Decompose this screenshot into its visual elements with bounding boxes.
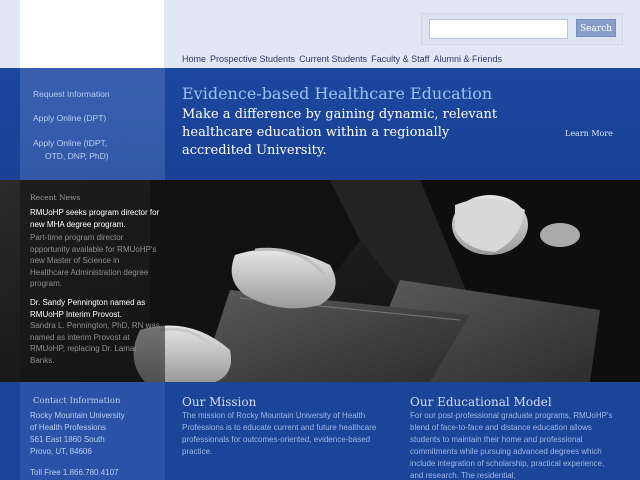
nav-faculty-staff[interactable]: Faculty & Staff: [371, 54, 429, 64]
nav-prospective-students[interactable]: Prospective Students: [210, 54, 295, 64]
contact-line: Rocky Mountain University: [30, 411, 125, 420]
contact-heading: Contact Information: [33, 396, 121, 406]
news-item-body: Sandra L. Pennington, PhD, RN was named …: [30, 321, 160, 365]
sidebar-item-apply-other-line2[interactable]: OTD, DNP, PhD): [45, 150, 109, 162]
hero-text: Make a difference by gaining dynamic, re…: [182, 107, 498, 158]
news-item-body: Part-time program director opportunity a…: [30, 233, 157, 288]
mission-title: Our Mission: [182, 395, 257, 409]
sidebar-item-request-information[interactable]: Request Information: [33, 88, 110, 100]
hero-title: Evidence-based Healthcare Education: [182, 84, 493, 103]
contact-line: Provo, UT, 84606: [30, 447, 92, 456]
educational-model-title: Our Educational Model: [410, 395, 552, 409]
logo-area[interactable]: [20, 0, 164, 68]
nav-alumni-friends[interactable]: Alumni & Friends: [433, 54, 502, 64]
recent-news-heading: Recent News: [30, 193, 81, 202]
sidebar-item-apply-dpt[interactable]: Apply Online (DPT): [33, 112, 106, 124]
news-item-title[interactable]: RMUoHP seeks program director for new MH…: [30, 207, 160, 230]
contact-line: of Health Professions: [30, 423, 107, 432]
contact-line: 561 East 1860 South: [30, 435, 105, 444]
search-input[interactable]: [429, 19, 568, 39]
mission-text: The mission of Rocky Mountain University…: [182, 411, 377, 456]
search-button[interactable]: Search: [576, 19, 616, 37]
learn-more-link[interactable]: Learn More: [565, 129, 613, 138]
news-item-title[interactable]: Dr. Sandy Pennington named as RMUoHP Int…: [30, 297, 160, 320]
top-nav: Home Prospective Students Current Students…: [182, 54, 506, 64]
nav-current-students[interactable]: Current Students: [299, 54, 367, 64]
contact-phone: Toll Free 1.866.780.4107: [30, 468, 119, 477]
educational-model-text: For our post-professional graduate progr…: [410, 411, 613, 480]
nav-home[interactable]: Home: [182, 54, 206, 64]
sidebar-item-apply-other-line1[interactable]: Apply Online (tDPT,: [33, 137, 107, 149]
sidebar: [20, 68, 165, 180]
